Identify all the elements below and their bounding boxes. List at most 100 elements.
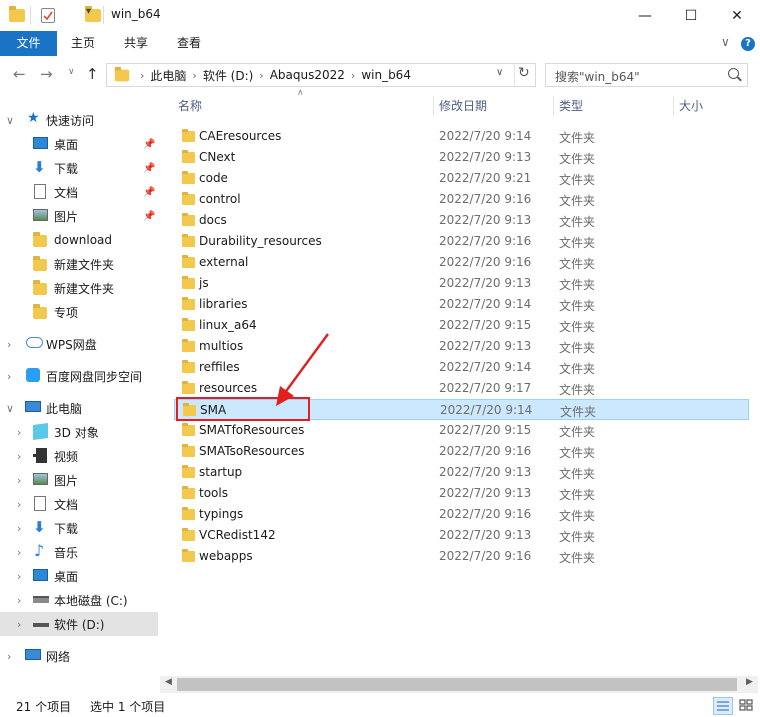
scroll-right-icon[interactable]: ▶ [746, 677, 753, 687]
pin-icon[interactable]: 📌 [143, 211, 155, 222]
file-row[interactable]: docs 2022/7/20 9:13 文件夹 [174, 210, 749, 231]
breadcrumb-this-pc[interactable]: 此电脑 [150, 67, 186, 84]
file-row[interactable]: libraries 2022/7/20 9:14 文件夹 [174, 294, 749, 315]
properties-icon[interactable] [41, 8, 55, 23]
close-button[interactable]: ✕ [714, 0, 760, 31]
sidebar-item-network[interactable]: › 网络 [0, 644, 158, 668]
tab-view[interactable]: 查看 [163, 31, 215, 56]
file-row[interactable]: multios 2022/7/20 9:13 文件夹 [174, 336, 749, 357]
column-header-type[interactable]: 类型 [559, 93, 583, 119]
sidebar-item-new-folder[interactable]: 新建文件夹 [0, 252, 158, 276]
sidebar-item-drive-c[interactable]: › 本地磁盘 (C:) [0, 588, 158, 612]
file-date: 2022/7/20 9:13 [439, 213, 532, 227]
sidebar-item-baidu[interactable]: › 百度网盘同步空间 [0, 364, 158, 388]
sidebar-item-documents[interactable]: 文档 📌 [0, 180, 158, 204]
chevron-down-icon[interactable]: ∨ [6, 402, 14, 415]
sidebar-item-wps[interactable]: › WPS网盘 [0, 332, 158, 356]
column-header-size[interactable]: 大小 [679, 93, 703, 119]
chevron-right-icon[interactable]: › [17, 498, 21, 511]
chevron-right-icon[interactable]: › [7, 650, 11, 663]
search-input[interactable]: 搜索"win_b64" [555, 68, 640, 85]
pin-icon[interactable]: 📌 [143, 163, 155, 174]
chevron-right-icon[interactable]: › [17, 474, 21, 487]
help-icon[interactable]: ? [741, 37, 755, 51]
sidebar-item-pictures[interactable]: 图片 📌 [0, 204, 158, 228]
file-date: 2022/7/20 9:16 [439, 255, 532, 269]
column-divider[interactable] [673, 96, 674, 116]
chevron-right-icon[interactable]: › [7, 338, 11, 351]
scroll-left-icon[interactable]: ◀ [165, 677, 172, 687]
tab-home[interactable]: 主页 [57, 31, 109, 56]
scrollbar-thumb[interactable] [177, 678, 737, 691]
file-row[interactable]: CNext 2022/7/20 9:13 文件夹 [174, 147, 749, 168]
sidebar-item-3d-objects[interactable]: › 3D 对象 [0, 420, 158, 444]
sidebar-item-this-pc[interactable]: ∨ 此电脑 [0, 396, 158, 420]
details-view-button[interactable] [713, 697, 733, 715]
up-arrow-icon[interactable]: ↑ [86, 65, 99, 83]
address-dropdown-icon[interactable]: ∨ [496, 67, 503, 78]
sidebar-item-desktop[interactable]: 桌面 📌 [0, 132, 158, 156]
sidebar-item-special[interactable]: 专项 [0, 300, 158, 324]
chevron-right-icon[interactable]: › [7, 370, 11, 383]
chevron-down-icon[interactable]: ∨ [6, 114, 14, 127]
file-row[interactable]: control 2022/7/20 9:16 文件夹 [174, 189, 749, 210]
file-row[interactable]: tools 2022/7/20 9:13 文件夹 [174, 483, 749, 504]
sidebar-item-downloads[interactable]: ⬇ 下载 📌 [0, 156, 158, 180]
column-divider[interactable] [433, 96, 434, 116]
search-box[interactable]: 搜索"win_b64" [545, 63, 748, 87]
chevron-right-icon[interactable]: › [17, 570, 21, 583]
column-header-name[interactable]: 名称 [178, 93, 202, 119]
sidebar-item-drive-d[interactable]: › 软件 (D:) [0, 612, 158, 636]
breadcrumb-abaqus2022[interactable]: Abaqus2022 [270, 68, 345, 82]
refresh-icon[interactable]: ↻ [518, 65, 530, 81]
file-row[interactable]: linux_a64 2022/7/20 9:15 文件夹 [174, 315, 749, 336]
chevron-right-icon[interactable]: › [17, 594, 21, 607]
chevron-right-icon[interactable]: › [17, 522, 21, 535]
tab-file[interactable]: 文件 [0, 31, 57, 56]
address-bar[interactable]: › 此电脑 › 软件 (D:) › Abaqus2022 › win_b64 ∨… [106, 63, 536, 87]
file-row[interactable]: typings 2022/7/20 9:16 文件夹 [174, 504, 749, 525]
file-row[interactable]: Durability_resources 2022/7/20 9:16 文件夹 [174, 231, 749, 252]
maximize-button[interactable]: ☐ [668, 0, 714, 31]
ribbon-collapse-icon[interactable]: ∨ [721, 35, 730, 49]
quick-access-dropdown-icon[interactable]: ▾ [86, 6, 91, 24]
sidebar-item-desktop-pc[interactable]: › 桌面 [0, 564, 158, 588]
sidebar-item-download-folder[interactable]: download [0, 228, 158, 252]
horizontal-scrollbar[interactable]: ◀ ▶ [160, 676, 758, 693]
minimize-button[interactable]: — [622, 0, 668, 31]
tab-share[interactable]: 共享 [109, 31, 163, 56]
sidebar-item-music[interactable]: › ♪ 音乐 [0, 540, 158, 564]
chevron-right-icon[interactable]: › [17, 450, 21, 463]
sidebar-item-documents-pc[interactable]: › 文档 [0, 492, 158, 516]
column-header-date[interactable]: 修改日期 [439, 93, 487, 119]
file-row[interactable]: VCRedist142 2022/7/20 9:13 文件夹 [174, 525, 749, 546]
pin-icon[interactable]: 📌 [143, 139, 155, 150]
search-icon[interactable] [728, 68, 739, 79]
chevron-right-icon[interactable]: › [17, 618, 21, 631]
sidebar-item-downloads-pc[interactable]: › ⬇ 下载 [0, 516, 158, 540]
file-row[interactable]: resources 2022/7/20 9:17 文件夹 [174, 378, 749, 399]
breadcrumb-win-b64[interactable]: win_b64 [361, 68, 411, 82]
file-row[interactable]: SMATfoResources 2022/7/20 9:15 文件夹 [174, 420, 749, 441]
sidebar-item-new-folder-2[interactable]: 新建文件夹 [0, 276, 158, 300]
back-arrow-icon[interactable]: ← [13, 65, 26, 83]
file-row[interactable]: js 2022/7/20 9:13 文件夹 [174, 273, 749, 294]
file-row[interactable]: code 2022/7/20 9:21 文件夹 [174, 168, 749, 189]
pin-icon[interactable]: 📌 [143, 187, 155, 198]
forward-arrow-icon[interactable]: → [40, 65, 53, 83]
sidebar-item-videos[interactable]: › 视频 [0, 444, 158, 468]
file-row[interactable]: startup 2022/7/20 9:13 文件夹 [174, 462, 749, 483]
file-row[interactable]: reffiles 2022/7/20 9:14 文件夹 [174, 357, 749, 378]
chevron-right-icon[interactable]: › [17, 426, 21, 439]
breadcrumb-drive-d[interactable]: 软件 (D:) [203, 67, 253, 84]
column-divider[interactable] [553, 96, 554, 116]
sidebar-item-quick-access[interactable]: ∨ ★ 快速访问 [0, 108, 158, 132]
chevron-right-icon[interactable]: › [17, 546, 21, 559]
file-row[interactable]: webapps 2022/7/20 9:16 文件夹 [174, 546, 749, 567]
large-icons-view-button[interactable] [737, 697, 757, 715]
sidebar-item-pictures-pc[interactable]: › 图片 [0, 468, 158, 492]
recent-locations-chevron-icon[interactable]: ∨ [68, 67, 75, 77]
file-row[interactable]: CAEresources 2022/7/20 9:14 文件夹 [174, 126, 749, 147]
file-row[interactable]: external 2022/7/20 9:16 文件夹 [174, 252, 749, 273]
file-row[interactable]: SMATsoResources 2022/7/20 9:16 文件夹 [174, 441, 749, 462]
